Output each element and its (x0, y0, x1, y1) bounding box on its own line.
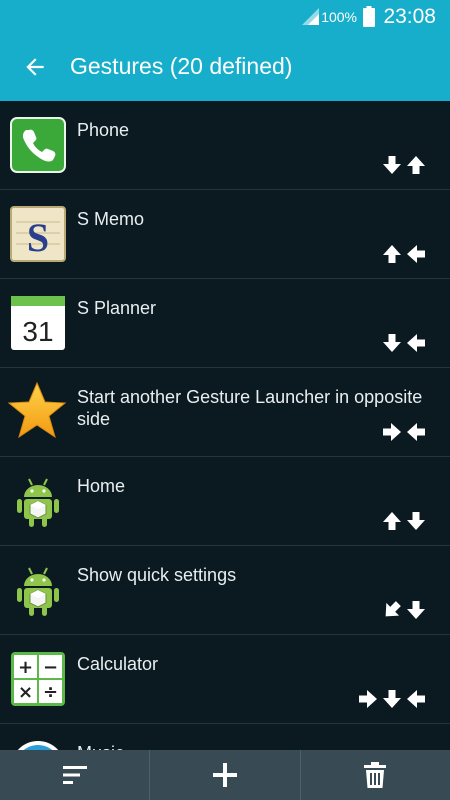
svg-text:+: + (18, 657, 33, 678)
arrow-down-icon (382, 333, 402, 353)
delete-icon (364, 762, 387, 788)
battery-percent: 100% (321, 9, 357, 25)
gesture-action-label: Home (77, 476, 126, 496)
list-item[interactable]: Phone (0, 101, 450, 190)
battery-icon (363, 6, 375, 27)
arrow-right-icon (358, 689, 378, 709)
arrow-up-icon (382, 244, 402, 264)
gesture-pattern (382, 333, 426, 353)
gesture-pattern (358, 689, 426, 709)
arrow-up-icon (406, 155, 426, 175)
delete-button[interactable] (301, 750, 450, 800)
gesture-pattern (382, 155, 426, 175)
arrow-down-left-icon (382, 600, 402, 620)
gesture-pattern (382, 244, 426, 264)
gesture-action-label: Show quick settings (77, 565, 237, 585)
clock: 23:08 (383, 5, 436, 28)
signal-icon (302, 8, 319, 25)
gesture-action-label: S Memo (77, 209, 145, 229)
sort-icon (62, 766, 87, 784)
list-item[interactable]: Music (0, 724, 450, 750)
list-item[interactable]: + − × ÷ Calculator (0, 635, 450, 724)
gesture-action-label: Music (77, 742, 442, 750)
page-title: Gestures (20 defined) (70, 53, 293, 79)
gesture-pattern (382, 600, 426, 620)
add-gesture-button[interactable] (150, 750, 301, 800)
arrow-down-icon (382, 689, 402, 709)
bottom-toolbar (0, 750, 450, 800)
list-item[interactable]: 31 S Planner (0, 279, 450, 368)
arrow-left-icon (406, 422, 426, 442)
gesture-action-label: S Planner (77, 298, 157, 318)
gesture-action-label: Calculator (77, 654, 159, 674)
arrow-down-icon (406, 600, 426, 620)
status-bar: 100% 23:08 (0, 0, 450, 33)
back-arrow-icon[interactable] (22, 54, 48, 80)
gesture-pattern (382, 511, 426, 531)
list-item[interactable]: Show quick settings (0, 546, 450, 635)
s-planner-date: 31 (22, 316, 53, 347)
arrow-left-icon (406, 689, 426, 709)
s-planner-icon: 31 (11, 296, 65, 350)
android-icon (17, 567, 59, 616)
gesture-action-label: Phone (77, 120, 130, 140)
phone-icon (10, 117, 66, 173)
arrow-left-icon (406, 244, 426, 264)
svg-text:−: − (43, 657, 58, 678)
svg-text:S: S (27, 215, 49, 260)
s-memo-icon: S (10, 206, 66, 262)
gesture-pattern (382, 422, 426, 442)
add-icon (212, 763, 237, 787)
list-item[interactable]: Start another Gesture Launcher in opposi… (0, 368, 450, 457)
arrow-down-icon (382, 155, 402, 175)
svg-text:×: × (18, 682, 33, 703)
arrow-right-icon (382, 422, 402, 442)
arrow-down-icon (406, 511, 426, 531)
star-icon (7, 381, 67, 439)
list-item[interactable]: Home (0, 457, 450, 546)
list-item[interactable]: S S Memo (0, 190, 450, 279)
arrow-left-icon (406, 333, 426, 353)
calculator-icon: + − × ÷ (11, 652, 65, 706)
music-icon (17, 741, 59, 750)
sort-button[interactable] (0, 750, 151, 800)
svg-text:÷: ÷ (43, 682, 58, 703)
android-icon (17, 478, 59, 527)
gesture-list: Phone S S Memo 31 S Planner Start anothe… (0, 101, 450, 750)
app-bar: Gestures (20 defined) (0, 33, 450, 101)
arrow-up-icon (382, 511, 402, 531)
